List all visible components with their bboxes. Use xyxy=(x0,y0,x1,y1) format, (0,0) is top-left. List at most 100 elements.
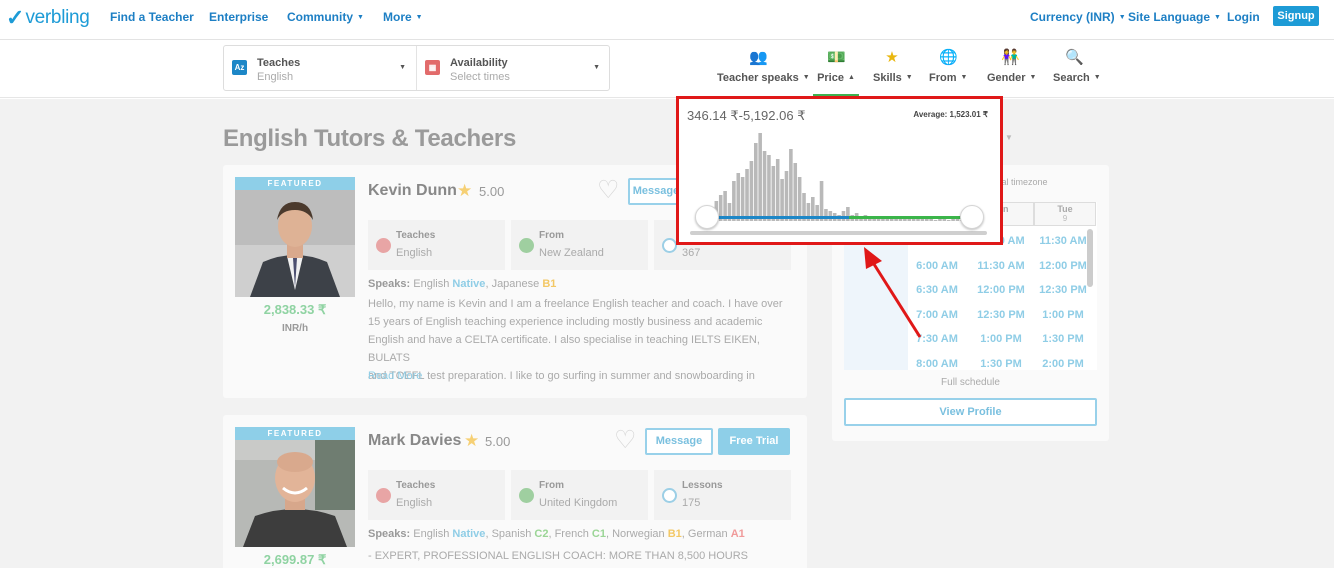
day-name: Tue xyxy=(1057,204,1073,214)
histogram-bar xyxy=(929,219,933,221)
avatar xyxy=(235,440,355,547)
average-indicator-bar xyxy=(849,216,972,219)
time-slot[interactable]: 1:00 PM xyxy=(1034,309,1092,321)
us-flag-icon xyxy=(376,488,391,503)
logo-check-icon: ✓ xyxy=(6,5,25,30)
stopwatch-icon xyxy=(662,488,677,503)
verbling-logo[interactable]: ✓ verbling xyxy=(6,5,90,31)
filter-label: From xyxy=(929,72,957,84)
availability-selector[interactable]: ▦ Availability Select times ▼ xyxy=(417,46,610,90)
chevron-down-icon: ▼ xyxy=(1214,14,1221,21)
bio-line: Hello, my name is Kevin and I am a freel… xyxy=(368,298,783,310)
nav-find-teacher[interactable]: Find a Teacher xyxy=(110,10,194,24)
teacher-photo[interactable]: FEATURED xyxy=(235,427,355,547)
star-icon: ★ xyxy=(457,181,473,200)
time-slot[interactable]: 12:30 PM xyxy=(1034,284,1092,296)
nav-more[interactable]: More ▼ xyxy=(383,10,423,24)
language-level: C2 xyxy=(534,528,549,540)
read-more-link[interactable]: Read More xyxy=(368,370,422,382)
time-slot[interactable]: 12:00 PM xyxy=(1034,260,1092,272)
rate-unit: INR/h xyxy=(281,323,309,334)
filter-label: Price xyxy=(817,72,844,84)
time-slot[interactable]: 1:30 PM xyxy=(972,358,1030,370)
info-value: 367 xyxy=(682,247,701,259)
bio-line: 15 years of English teaching experience … xyxy=(368,316,763,328)
star-icon: ★ xyxy=(464,431,480,450)
filter-teacher-speaks[interactable]: 👥 Teacher speaks ▼ xyxy=(717,49,810,97)
slider-rail xyxy=(690,231,987,235)
histogram-bar xyxy=(740,177,745,221)
time-slot[interactable]: 2:00 PM xyxy=(1034,358,1092,370)
main-content: English Tutors & Teachers ▼ FEATURED 2,8… xyxy=(0,99,1334,568)
heart-icon[interactable]: ♡ xyxy=(597,175,619,205)
info-label: Teaches xyxy=(396,230,436,241)
teaches-selector[interactable]: Az Teaches English ▼ xyxy=(224,46,417,90)
info-label: Lessons xyxy=(682,480,723,491)
histogram-bar xyxy=(916,219,920,221)
time-slot[interactable]: 1:30 PM xyxy=(1034,333,1092,345)
info-from: From New Zealand xyxy=(511,220,648,270)
star-icon: ★ xyxy=(885,49,899,66)
filter-from[interactable]: 🌐 From ▼ xyxy=(929,49,967,97)
magnifier-icon: 🔍 xyxy=(1065,49,1084,66)
filter-skills[interactable]: ★ Skills ▼ xyxy=(873,49,913,97)
site-language-selector[interactable]: Site Language ▼ xyxy=(1128,10,1221,24)
teacher-name[interactable]: Kevin Dunn xyxy=(368,182,457,200)
availability-placeholder: Select times xyxy=(450,71,510,83)
login-link[interactable]: Login xyxy=(1227,10,1260,24)
nav-community[interactable]: Community ▼ xyxy=(287,10,364,24)
language-icon: Az xyxy=(232,60,247,75)
histogram-bar xyxy=(784,171,789,221)
language-name: French xyxy=(554,528,589,540)
heart-icon[interactable]: ♡ xyxy=(614,425,636,455)
histogram-bar xyxy=(745,169,749,221)
annotation-arrow xyxy=(864,247,922,338)
histogram-bar xyxy=(754,143,758,221)
info-value: 175 xyxy=(682,497,701,509)
price-histogram xyxy=(697,133,982,221)
info-label: From xyxy=(539,230,564,241)
free-trial-button[interactable]: Free Trial xyxy=(718,428,790,455)
nav-enterprise[interactable]: Enterprise xyxy=(209,10,268,24)
filter-price[interactable]: 💵 Price ▲ xyxy=(813,49,859,97)
histogram-bar xyxy=(732,181,736,221)
filter-gender[interactable]: 👫 Gender ▼ xyxy=(987,49,1036,97)
featured-badge: FEATURED xyxy=(235,177,355,190)
time-slot[interactable]: 12:30 PM xyxy=(972,309,1030,321)
message-button[interactable]: Message xyxy=(645,428,713,455)
signup-button[interactable]: Signup xyxy=(1273,6,1319,26)
view-profile-button[interactable]: View Profile xyxy=(844,398,1097,426)
histogram-bar xyxy=(894,219,898,221)
max-price-slider-handle[interactable] xyxy=(960,205,984,229)
chevron-down-icon: ▼ xyxy=(415,14,423,21)
histogram-bar xyxy=(775,159,780,221)
time-slot[interactable]: 11:30 AM xyxy=(972,260,1030,272)
histogram-bar xyxy=(819,181,824,221)
time-slot[interactable]: 8:00 AM xyxy=(908,358,966,370)
full-schedule-link[interactable]: Full schedule xyxy=(832,377,1109,388)
language-name: English xyxy=(413,528,450,540)
people-speech-icon: 👥 xyxy=(749,49,768,66)
time-slot[interactable]: 12:00 PM xyxy=(972,284,1030,296)
chevron-down-icon[interactable]: ▼ xyxy=(1005,133,1013,142)
min-price-slider-handle[interactable] xyxy=(695,205,719,229)
gender-icon: 👫 xyxy=(1001,49,1020,66)
info-label: Teaches xyxy=(396,480,436,491)
average-price-label: Average: 1,523.01 ₹ xyxy=(913,110,988,119)
language-name: Japanese xyxy=(491,278,540,290)
histogram-bar xyxy=(780,179,784,221)
filter-search[interactable]: 🔍 Search ▼ xyxy=(1053,49,1101,97)
currency-selector[interactable]: Currency (INR) ▼ xyxy=(1030,10,1126,24)
language-name: Spanish xyxy=(491,528,532,540)
teacher-photo[interactable]: FEATURED xyxy=(235,177,355,297)
time-slot[interactable]: 11:30 AM xyxy=(1034,235,1092,247)
teacher-name[interactable]: Mark Davies xyxy=(368,432,461,450)
bio-line: and TOEFL test preparation. I like to go… xyxy=(368,370,755,382)
histogram-bar xyxy=(955,219,960,221)
hourly-rate: 2,699.87 ₹ xyxy=(263,552,327,567)
language-level: A1 xyxy=(730,528,745,540)
histogram-bar xyxy=(789,149,793,221)
schedule-scrollbar[interactable] xyxy=(1087,229,1093,287)
chevron-down-icon: ▼ xyxy=(357,14,364,21)
time-slot[interactable]: 1:00 PM xyxy=(972,333,1030,345)
